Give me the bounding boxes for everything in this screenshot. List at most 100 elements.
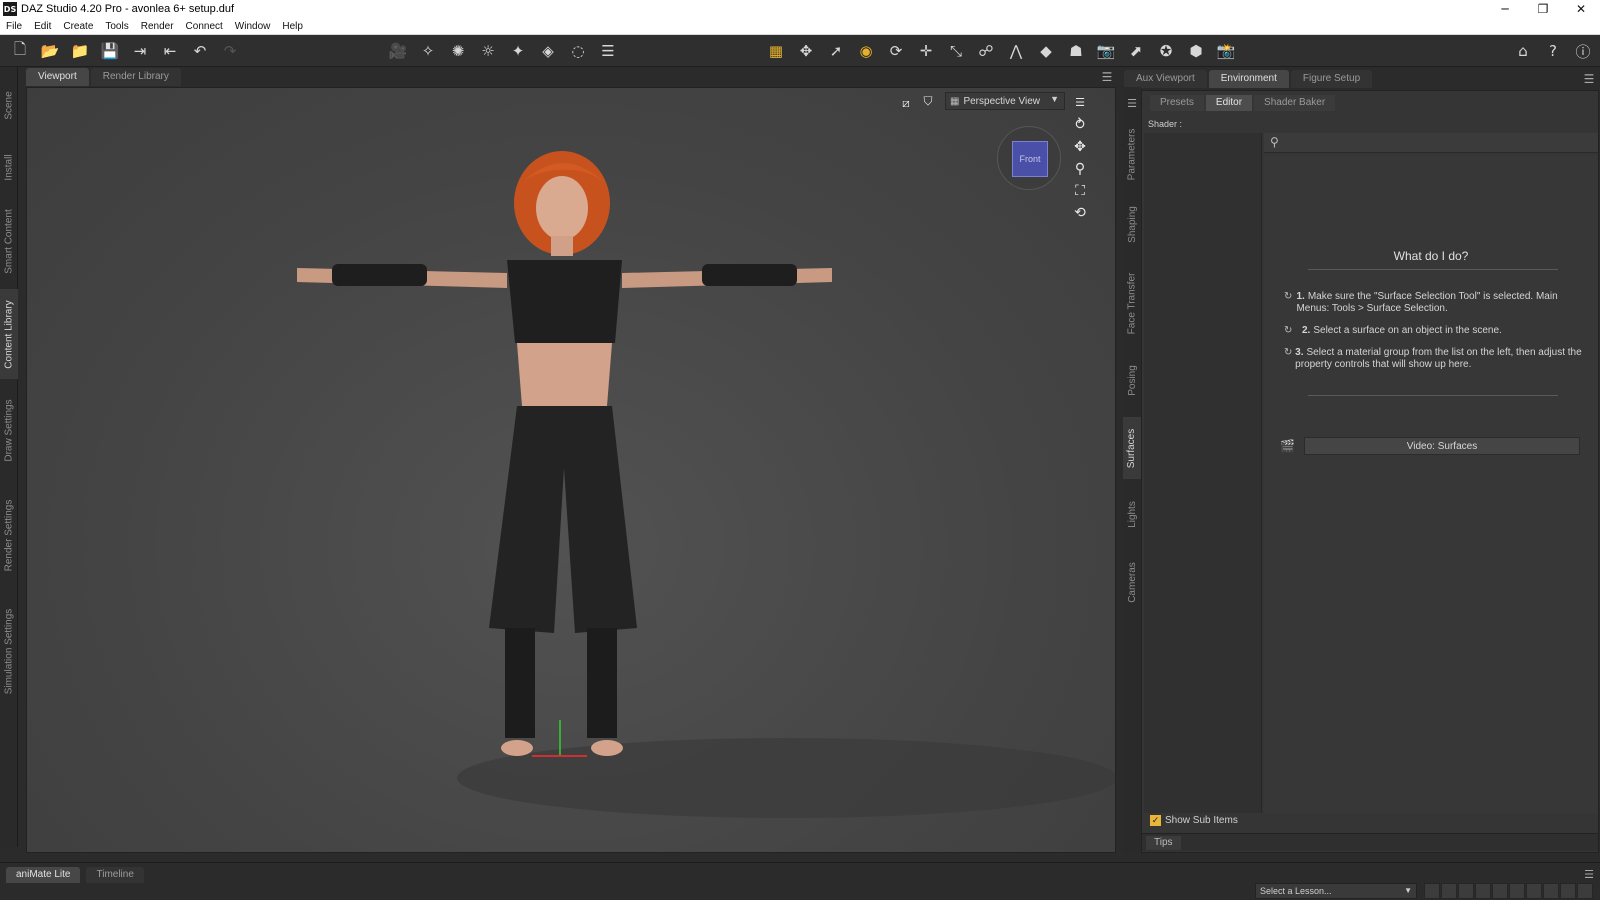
pose-tool-icon[interactable]: ⬈ bbox=[1126, 41, 1146, 61]
active-pose-icon[interactable]: ☍ bbox=[976, 41, 996, 61]
render-settings-icon[interactable]: ▦ bbox=[766, 41, 786, 61]
menu-tools[interactable]: Tools bbox=[99, 21, 134, 32]
node-selection-icon[interactable]: ➚ bbox=[826, 41, 846, 61]
export-icon[interactable]: ⇤ bbox=[160, 41, 180, 61]
left-tab-render-settings[interactable]: Render Settings bbox=[0, 485, 18, 585]
left-tab-scene[interactable]: Scene bbox=[0, 75, 18, 135]
lesson-step-button[interactable] bbox=[1424, 883, 1440, 899]
restore-button[interactable]: ❐ bbox=[1524, 0, 1562, 18]
material-group-list[interactable] bbox=[1144, 133, 1262, 813]
minimize-button[interactable]: ─ bbox=[1486, 0, 1524, 18]
left-tab-content-library[interactable]: Content Library bbox=[0, 289, 18, 379]
tab-timeline[interactable]: Timeline bbox=[86, 867, 144, 883]
video-surfaces-button[interactable]: Video: Surfaces bbox=[1304, 437, 1580, 455]
frame-icon[interactable]: ⛶ bbox=[1071, 182, 1089, 200]
close-button[interactable]: ✕ bbox=[1562, 0, 1600, 18]
null-icon[interactable]: ◌ bbox=[568, 41, 588, 61]
tab-editor[interactable]: Editor bbox=[1205, 95, 1253, 111]
tab-render-library[interactable]: Render Library bbox=[90, 68, 181, 86]
right-tab-posing[interactable]: Posing bbox=[1123, 353, 1141, 407]
whats-this-icon[interactable]: ? bbox=[1543, 41, 1563, 61]
zoom-camera-icon[interactable]: ⚲ bbox=[1071, 160, 1089, 178]
menu-help[interactable]: Help bbox=[276, 21, 309, 32]
menu-window[interactable]: Window bbox=[229, 21, 277, 32]
left-tab-simulation-settings[interactable]: Simulation Settings bbox=[0, 591, 18, 711]
undo-icon[interactable]: ↶ bbox=[190, 41, 210, 61]
primitive-icon[interactable]: ◈ bbox=[538, 41, 558, 61]
lesson-step-button[interactable] bbox=[1475, 883, 1491, 899]
lesson-step-button[interactable] bbox=[1458, 883, 1474, 899]
linear-light-icon[interactable]: ✦ bbox=[508, 41, 528, 61]
lesson-step-button[interactable] bbox=[1492, 883, 1508, 899]
right-tab-lights[interactable]: Lights bbox=[1123, 487, 1141, 541]
joint-editor-icon[interactable]: ⋀ bbox=[1006, 41, 1026, 61]
translate-tool-icon[interactable]: ✛ bbox=[916, 41, 936, 61]
merge-icon[interactable]: 📁 bbox=[70, 41, 90, 61]
tab-presets[interactable]: Presets bbox=[1150, 95, 1204, 111]
menu-edit[interactable]: Edit bbox=[28, 21, 57, 32]
universal-tool-icon[interactable]: ✥ bbox=[796, 41, 816, 61]
spot-render-icon[interactable]: ✪ bbox=[1156, 41, 1176, 61]
lesson-step-button[interactable] bbox=[1577, 883, 1593, 899]
draw-style-icon[interactable]: ⧄ bbox=[897, 94, 915, 112]
lesson-step-button[interactable] bbox=[1509, 883, 1525, 899]
tab-viewport[interactable]: Viewport bbox=[26, 68, 89, 86]
property-search-input[interactable] bbox=[1290, 135, 1590, 151]
distant-light-icon[interactable]: ☼ bbox=[478, 41, 498, 61]
lesson-step-button[interactable] bbox=[1560, 883, 1576, 899]
open-icon[interactable]: 📂 bbox=[40, 41, 60, 61]
render-camera-icon[interactable]: 📸 bbox=[1216, 41, 1236, 61]
menu-create[interactable]: Create bbox=[57, 21, 99, 32]
lesson-step-button[interactable] bbox=[1543, 883, 1559, 899]
right-tab-surfaces[interactable]: Surfaces bbox=[1123, 417, 1141, 479]
menu-connect[interactable]: Connect bbox=[180, 21, 229, 32]
pane-menu-icon[interactable]: ☰ bbox=[1098, 68, 1116, 86]
scale-tool-icon[interactable]: ⤡ bbox=[946, 41, 966, 61]
right-tab-shaping[interactable]: Shaping bbox=[1123, 197, 1141, 251]
geometry-editor-icon[interactable]: ◆ bbox=[1036, 41, 1056, 61]
orbit-camera-icon[interactable]: ⥁ bbox=[1071, 116, 1089, 134]
right-tab-face-transfer[interactable]: Face Transfer bbox=[1123, 263, 1141, 343]
right-pane-menu-icon[interactable]: ☰ bbox=[1580, 70, 1598, 88]
view-cube-face[interactable]: Front bbox=[1012, 141, 1048, 177]
daz-home-icon[interactable]: ⌂ bbox=[1513, 41, 1533, 61]
tab-environment[interactable]: Environment bbox=[1208, 70, 1289, 88]
view-cube[interactable]: Front bbox=[997, 126, 1061, 190]
left-tab-install[interactable]: Install bbox=[0, 139, 18, 195]
lesson-step-button[interactable] bbox=[1526, 883, 1542, 899]
import-icon[interactable]: ⇥ bbox=[130, 41, 150, 61]
camera-tool-icon[interactable]: 📷 bbox=[1096, 41, 1116, 61]
figure-tool-icon[interactable]: ☗ bbox=[1066, 41, 1086, 61]
bottom-pane-menu-icon[interactable]: ☰ bbox=[1580, 865, 1598, 883]
tab-aux-viewport[interactable]: Aux Viewport bbox=[1124, 70, 1207, 88]
pan-camera-icon[interactable]: ✥ bbox=[1071, 138, 1089, 156]
view-select-dropdown[interactable]: ▦ Perspective View ▼ bbox=[945, 92, 1065, 110]
create-camera-icon[interactable]: 🎥 bbox=[388, 41, 408, 61]
tab-shader-baker[interactable]: Shader Baker bbox=[1254, 95, 1336, 111]
tab-tips[interactable]: Tips bbox=[1146, 836, 1181, 850]
render-icon[interactable]: ⬢ bbox=[1186, 41, 1206, 61]
checkmark-icon[interactable]: ✓ bbox=[1150, 815, 1161, 826]
left-tab-smart-content[interactable]: Smart Content bbox=[0, 201, 18, 281]
menu-render[interactable]: Render bbox=[135, 21, 180, 32]
figure-model[interactable] bbox=[27, 88, 1116, 853]
show-sub-items[interactable]: ✓ Show Sub Items bbox=[1150, 815, 1238, 826]
right-tab-cameras[interactable]: Cameras bbox=[1123, 549, 1141, 615]
help-icon[interactable]: ⓘ bbox=[1573, 41, 1593, 61]
rotate-tool-icon[interactable]: ⟳ bbox=[886, 41, 906, 61]
menu-file[interactable]: File bbox=[0, 21, 28, 32]
lesson-select[interactable]: Select a Lesson... ▼ bbox=[1255, 883, 1417, 899]
tab-figure-setup[interactable]: Figure Setup bbox=[1290, 70, 1373, 88]
viewport-menu-icon[interactable]: ☰ bbox=[1071, 93, 1089, 111]
redo-icon[interactable]: ↷ bbox=[220, 41, 240, 61]
surface-selection-icon[interactable]: ◉ bbox=[856, 41, 876, 61]
spot-light-icon[interactable]: ✧ bbox=[418, 41, 438, 61]
left-tab-draw-settings[interactable]: Draw Settings bbox=[0, 385, 18, 475]
lesson-step-button[interactable] bbox=[1441, 883, 1457, 899]
point-light-icon[interactable]: ✺ bbox=[448, 41, 468, 61]
surfaces-menu-icon[interactable]: ☰ bbox=[1123, 94, 1141, 112]
viewport-3d[interactable]: ⧄ ⛉ ▦ Perspective View ▼ ☰ Front ⥁ ✥ ⚲ ⛶… bbox=[26, 87, 1116, 853]
align-icon[interactable]: ☰ bbox=[598, 41, 618, 61]
aux-camera-icon[interactable]: ⛉ bbox=[919, 92, 937, 110]
tab-animate-lite[interactable]: aniMate Lite bbox=[6, 867, 81, 883]
